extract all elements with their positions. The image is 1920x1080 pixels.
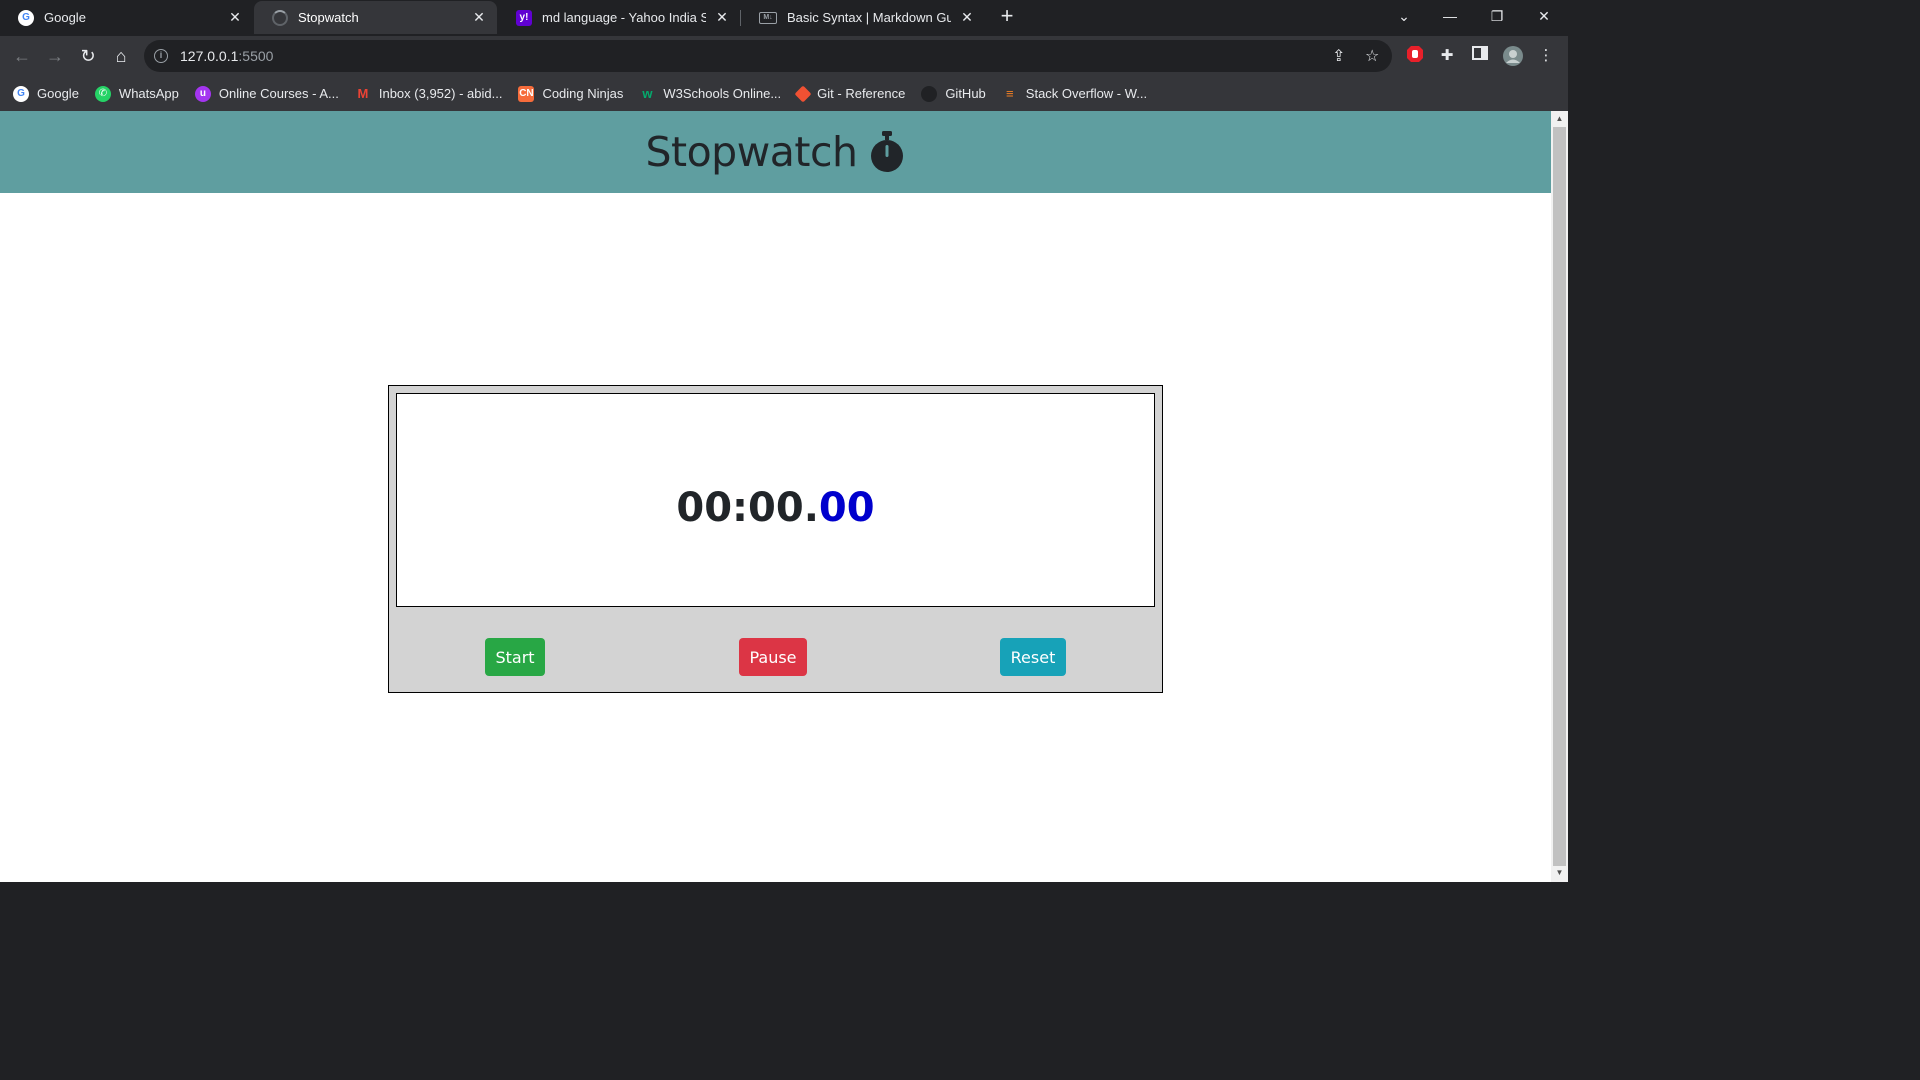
page-header: Stopwatch	[0, 111, 1551, 193]
tab-yahoo[interactable]: y! md language - Yahoo India Searc ✕	[498, 1, 740, 34]
coding-ninjas-icon: CN	[518, 85, 535, 102]
page-viewport: Stopwatch 00:00.00 Start Pause Reset	[0, 111, 1551, 882]
github-icon	[921, 85, 938, 102]
bookmark-github[interactable]: GitHub	[921, 85, 986, 102]
w3schools-icon: w	[642, 86, 653, 101]
address-bar[interactable]: i 127.0.0.1:5500 ⇪ ☆	[144, 40, 1392, 72]
profile-avatar[interactable]	[1502, 45, 1524, 67]
minimize-icon[interactable]: —	[1427, 0, 1473, 32]
bookmark-label: GitHub	[945, 86, 986, 101]
tab-title: Google	[44, 10, 86, 25]
scroll-thumb[interactable]	[1553, 127, 1566, 866]
window-close-icon[interactable]: ✕	[1521, 0, 1567, 32]
bookmark-star-icon[interactable]: ☆	[1365, 46, 1379, 66]
time-main: 00:00.	[676, 485, 819, 531]
bookmark-label: Git - Reference	[817, 86, 906, 101]
bookmark-label: Coding Ninjas	[542, 86, 624, 101]
markdown-icon: M↓	[759, 11, 777, 24]
whatsapp-icon: ✆	[94, 85, 111, 102]
menu-kebab-icon[interactable]: ⋮	[1535, 45, 1557, 67]
tab-title: Basic Syntax | Markdown Guide	[787, 10, 951, 25]
bookmark-stackoverflow[interactable]: ≡ Stack Overflow - W...	[1002, 86, 1147, 102]
bookmark-label: Google	[37, 86, 79, 101]
scroll-up-icon[interactable]: ▲	[1551, 112, 1568, 126]
stackoverflow-icon: ≡	[1005, 86, 1014, 101]
share-icon[interactable]: ⇪	[1332, 46, 1345, 66]
bookmark-udemy[interactable]: u Online Courses - A...	[194, 85, 339, 102]
page-scrollbar[interactable]: ▲ ▼	[1551, 111, 1568, 882]
bookmark-w3schools[interactable]: w W3Schools Online...	[639, 86, 781, 102]
extensions-puzzle-icon[interactable]: ✚	[1436, 45, 1458, 67]
tab-google[interactable]: G Google ✕	[0, 1, 253, 34]
pause-button[interactable]: Pause	[739, 638, 807, 676]
tab-title: Stopwatch	[298, 10, 359, 25]
back-arrow-icon[interactable]: ←	[9, 43, 35, 69]
address-host: 127.0.0.1	[180, 48, 239, 64]
bookmarks-bar: G Google ✆ WhatsApp u Online Courses - A…	[0, 76, 1568, 111]
stopwatch-icon	[871, 131, 904, 172]
close-icon[interactable]: ✕	[227, 9, 243, 26]
close-icon[interactable]: ✕	[959, 9, 975, 26]
new-tab-button[interactable]: +	[995, 5, 1019, 29]
bookmark-whatsapp[interactable]: ✆ WhatsApp	[94, 85, 179, 102]
stopwatch-container: 00:00.00 Start Pause Reset	[388, 385, 1163, 693]
git-icon	[794, 85, 812, 102]
google-icon: G	[18, 9, 34, 26]
reset-button[interactable]: Reset	[1000, 638, 1066, 676]
forward-arrow-icon[interactable]: →	[42, 43, 68, 69]
loading-icon	[272, 9, 288, 26]
tab-stopwatch[interactable]: Stopwatch ✕	[254, 1, 497, 34]
bookmark-label: Stack Overflow - W...	[1025, 86, 1148, 101]
home-icon[interactable]: ⌂	[108, 43, 134, 69]
adblock-extension-icon[interactable]	[1404, 45, 1426, 67]
site-info-icon[interactable]: i	[154, 49, 168, 63]
bookmark-git[interactable]: Git - Reference	[794, 85, 906, 102]
scroll-down-icon[interactable]: ▼	[1551, 866, 1568, 880]
tab-title: md language - Yahoo India Searc	[542, 10, 706, 25]
close-icon[interactable]: ✕	[714, 9, 730, 26]
reload-icon[interactable]: ↻	[75, 43, 101, 69]
gmail-icon: M	[357, 86, 369, 101]
udemy-icon: u	[194, 85, 211, 102]
time-display: 00:00.00	[396, 393, 1155, 607]
yahoo-icon: y!	[516, 9, 532, 26]
side-panel-icon[interactable]	[1469, 45, 1491, 67]
close-icon[interactable]: ✕	[471, 9, 487, 26]
tab-markdown[interactable]: M↓ Basic Syntax | Markdown Guide ✕	[741, 1, 985, 34]
bookmark-label: Online Courses - A...	[218, 86, 339, 101]
bookmark-label: W3Schools Online...	[663, 86, 782, 101]
bookmark-google[interactable]: G Google	[13, 85, 79, 102]
bookmark-coding-ninjas[interactable]: CN Coding Ninjas	[518, 85, 624, 102]
tab-strip: G Google ✕ Stopwatch ✕ y! md language - …	[0, 0, 1568, 36]
time-milliseconds: 00	[818, 485, 875, 531]
tab-search-chevron-icon[interactable]: ⌄	[1381, 0, 1427, 32]
address-port: :5500	[238, 48, 274, 64]
bookmark-gmail[interactable]: M Inbox (3,952) - abid...	[355, 86, 503, 102]
time-readout: 00:00.00	[676, 469, 874, 531]
bookmark-label: Inbox (3,952) - abid...	[378, 86, 503, 101]
browser-toolbar: ← → ↻ ⌂ i 127.0.0.1:5500 ⇪ ☆ ✚ ⋮	[0, 36, 1568, 76]
google-icon: G	[13, 85, 29, 102]
bookmark-label: WhatsApp	[118, 86, 179, 101]
restore-icon[interactable]: ❐	[1474, 0, 1520, 32]
start-button[interactable]: Start	[485, 638, 545, 676]
page-title: Stopwatch	[645, 128, 858, 176]
